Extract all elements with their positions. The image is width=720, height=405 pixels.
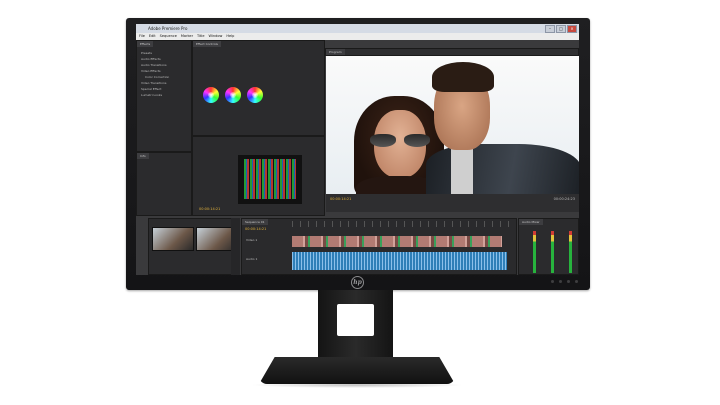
bezel-buttons[interactable] — [538, 280, 578, 284]
clip-thumbnail[interactable] — [152, 227, 194, 251]
minimize-button[interactable]: – — [545, 25, 555, 33]
menu-title[interactable]: Title — [197, 33, 205, 40]
cable-management-hole — [337, 304, 374, 336]
audio-level-meter — [533, 231, 536, 273]
timeline-timecode: 00:00:14:21 — [245, 227, 267, 231]
rgb-parade-scope — [238, 155, 302, 204]
monitor-stand-neck — [318, 290, 393, 358]
video-track-clips[interactable] — [292, 236, 502, 247]
hp-logo-icon: hp — [351, 276, 364, 289]
monitor: Adobe Premiere Pro – □ × File Edit Seque… — [126, 18, 590, 290]
tab-program[interactable]: Program — [326, 49, 345, 55]
sunglasses — [370, 134, 430, 147]
menu-bar: File Edit Sequence Marker Title Window H… — [136, 33, 579, 40]
timeline-panel: Sequence 01 00:00:14:21 Video 1 Audio 1 — [241, 218, 517, 275]
effect-controls-panel: Effect Controls — [192, 40, 325, 136]
program-duration: 00:00:24:23 — [553, 197, 575, 201]
audio-level-meter — [551, 231, 554, 273]
video-subject — [432, 62, 494, 92]
tab-effects[interactable]: Effects — [137, 41, 154, 47]
audio-mixer-panel: Audio Mixer — [518, 218, 579, 275]
monitor-stand-base — [259, 357, 455, 384]
window-title-bar: Adobe Premiere Pro – □ × — [136, 24, 579, 33]
program-monitor-header: Program — [325, 48, 579, 56]
track-label-video: Video 1 — [246, 238, 258, 242]
menu-window[interactable]: Window — [209, 33, 223, 40]
tab-sequence[interactable]: Sequence 01 — [242, 219, 268, 225]
effects-panel: Effects Presets Audio Effects Audio Tran… — [136, 40, 192, 152]
stand-shadow — [250, 382, 464, 388]
tree-item[interactable]: Video Transitions — [141, 81, 166, 85]
window-title: Adobe Premiere Pro — [148, 26, 188, 31]
close-button[interactable]: × — [567, 25, 577, 33]
track-label-audio: Audio 1 — [246, 257, 258, 261]
menu-sequence[interactable]: Sequence — [160, 33, 177, 40]
menu-file[interactable]: File — [139, 33, 145, 40]
video-subject — [451, 144, 473, 194]
source-timecode: 00:00:14:21 — [199, 207, 221, 211]
tree-item[interactable]: Special Effect — [141, 87, 161, 91]
menu-marker[interactable]: Marker — [181, 33, 193, 40]
midtones-color-wheel[interactable] — [225, 87, 241, 103]
menu-edit[interactable]: Edit — [149, 33, 156, 40]
screen: Adobe Premiere Pro – □ × File Edit Seque… — [136, 24, 579, 275]
audio-level-meter — [569, 231, 572, 273]
highlights-color-wheel[interactable] — [247, 87, 263, 103]
shadows-color-wheel[interactable] — [203, 87, 219, 103]
time-ruler[interactable] — [292, 221, 514, 227]
audio-track-clips[interactable] — [292, 252, 507, 270]
tree-item[interactable]: Presets — [141, 51, 152, 55]
tools-panel — [231, 218, 240, 275]
tree-item[interactable]: Audio Effects — [141, 57, 161, 61]
maximize-button[interactable]: □ — [556, 25, 566, 33]
tab-info[interactable]: Info — [137, 153, 149, 159]
scope-waveform — [244, 159, 296, 199]
tree-item[interactable]: Video Effects — [141, 69, 161, 73]
project-bins-panel — [148, 218, 240, 275]
menu-help[interactable]: Help — [226, 33, 234, 40]
info-panel: Info — [136, 152, 192, 216]
program-monitor-video[interactable] — [326, 56, 579, 194]
tree-item[interactable]: Audio Transitions — [141, 63, 167, 67]
video-subject — [426, 144, 579, 194]
program-transport-controls: 00:00:14:21 00:00:24:23 — [326, 194, 579, 212]
tab-audio-mixer[interactable]: Audio Mixer — [519, 219, 543, 225]
window-controls: – □ × — [545, 25, 577, 33]
tab-effect-controls[interactable]: Effect Controls — [193, 41, 221, 47]
tree-item[interactable]: Color Correction — [145, 75, 169, 79]
tree-item[interactable]: Lumetri Looks — [141, 93, 162, 97]
program-current-timecode: 00:00:14:21 — [330, 197, 352, 201]
